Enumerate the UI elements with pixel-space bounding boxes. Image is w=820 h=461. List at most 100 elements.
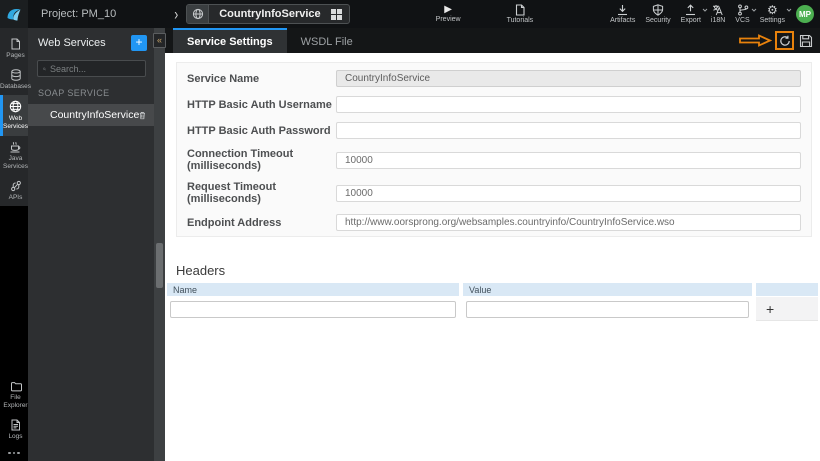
- download-icon: [618, 5, 628, 16]
- tab-service-settings[interactable]: Service Settings: [173, 28, 287, 53]
- service-list-item-countryinfoservice[interactable]: CountryInfoService: [28, 104, 154, 126]
- collapse-panel-button[interactable]: «: [153, 33, 166, 48]
- refresh-icon: [779, 35, 790, 46]
- service-item-label: CountryInfoService: [50, 109, 140, 121]
- rail-label: Web Services: [3, 115, 28, 131]
- ellipsis-icon: [8, 451, 11, 454]
- rail-label: APIs: [8, 193, 23, 201]
- field-label-service-name: Service Name: [187, 72, 260, 85]
- settings-button[interactable]: ⚙ Settings: [755, 0, 792, 28]
- connection-timeout-input[interactable]: [336, 151, 801, 169]
- field-label-auth-password: HTTP Basic Auth Password: [187, 124, 331, 137]
- web-services-panel: Web Services + SOAP SERVICE CountryInfoS…: [28, 28, 154, 461]
- left-icon-rail: Pages Databases Web Services Java Servic…: [0, 28, 32, 461]
- headers-table-row: +: [167, 297, 818, 321]
- rail-item-databases[interactable]: Databases: [0, 64, 32, 95]
- panel-title: Web Services: [38, 37, 106, 49]
- log-icon: [11, 419, 20, 431]
- grid-icon[interactable]: [330, 8, 342, 20]
- trash-icon[interactable]: [139, 110, 146, 121]
- export-label: Export: [680, 17, 701, 24]
- document-icon: [515, 4, 525, 16]
- header-name-input[interactable]: [170, 300, 456, 318]
- shield-icon: [652, 4, 664, 16]
- preview-button[interactable]: ▶ Preview: [436, 0, 461, 28]
- security-label: Security: [645, 17, 671, 24]
- service-settings-content: Service Name HTTP Basic Auth Username HT…: [165, 53, 820, 461]
- more-options-button[interactable]: [0, 446, 28, 461]
- service-pill-name: CountryInfoService: [219, 8, 321, 20]
- globe-icon: [187, 5, 210, 23]
- rail-label: Databases: [0, 83, 32, 91]
- vcs-button[interactable]: VCS: [730, 0, 757, 28]
- rail-item-file-explorer[interactable]: File Explorer: [0, 376, 28, 414]
- wavemaker-logo-icon: [7, 8, 21, 21]
- api-icon: [10, 180, 21, 191]
- request-timeout-input[interactable]: [336, 184, 801, 202]
- annotation-arrow-icon: [739, 34, 772, 47]
- database-icon: [10, 69, 21, 81]
- tutorials-button[interactable]: Tutorials: [506, 0, 534, 28]
- search-input[interactable]: [50, 63, 140, 74]
- i18n-button[interactable]: i18N: [706, 0, 730, 28]
- auth-username-input[interactable]: [336, 96, 801, 113]
- service-name-input: [336, 70, 801, 87]
- user-avatar[interactable]: MP: [796, 5, 814, 23]
- rail-label: Java Services: [3, 154, 28, 170]
- app-logo[interactable]: [0, 0, 28, 28]
- service-selector[interactable]: CountryInfoService: [186, 4, 350, 24]
- soap-service-section-label: SOAP SERVICE: [38, 88, 110, 98]
- branch-icon: [737, 4, 748, 16]
- rail-label: Pages: [6, 52, 25, 59]
- upload-icon: [686, 4, 696, 16]
- headers-column-name: Name: [167, 283, 459, 296]
- field-label-connection-timeout: Connection Timeout (milliseconds): [187, 148, 294, 172]
- gear-icon: ⚙: [766, 3, 778, 17]
- security-button[interactable]: Security: [640, 0, 675, 28]
- topbar-actions: Artifacts Security Export i18N VCS ⚙ Set…: [605, 0, 820, 28]
- headers-column-actions: [756, 283, 818, 296]
- field-label-auth-username: HTTP Basic Auth Username: [187, 98, 332, 111]
- rail-item-apis[interactable]: APIs: [0, 175, 28, 206]
- headers-section-title: Headers: [176, 263, 226, 278]
- save-button[interactable]: [797, 32, 814, 49]
- header-value-input[interactable]: [466, 300, 749, 318]
- play-icon: ▶: [444, 4, 452, 15]
- globe-icon: [9, 101, 22, 113]
- rail-item-java-services[interactable]: Java Services: [0, 136, 28, 175]
- headers-table: Name Value +: [167, 283, 818, 321]
- i18n-label: i18N: [710, 17, 726, 24]
- artifacts-button[interactable]: Artifacts: [605, 0, 640, 28]
- rail-item-logs[interactable]: Logs: [0, 414, 28, 445]
- auth-password-input[interactable]: [336, 122, 801, 139]
- tutorials-label: Tutorials: [506, 17, 534, 24]
- tab-wsdl-file[interactable]: WSDL File: [287, 28, 367, 53]
- coffee-icon: [10, 141, 21, 152]
- panel-scrollbar-thumb[interactable]: [156, 243, 163, 288]
- rail-item-pages[interactable]: Pages: [0, 33, 28, 64]
- refresh-service-button[interactable]: [775, 31, 794, 50]
- main-area: Service Settings WSDL File Service Name …: [165, 28, 820, 461]
- page-icon: [11, 38, 20, 50]
- save-icon: [799, 34, 812, 47]
- add-header-button[interactable]: +: [766, 302, 774, 316]
- service-settings-form: Service Name HTTP Basic Auth Username HT…: [176, 62, 812, 237]
- rail-label: File Explorer: [3, 394, 28, 410]
- endpoint-address-input[interactable]: [336, 214, 801, 231]
- export-button[interactable]: Export: [676, 0, 708, 28]
- rail-label: Logs: [8, 433, 23, 441]
- settings-label: Settings: [759, 17, 785, 24]
- field-label-endpoint-address: Endpoint Address: [187, 216, 282, 229]
- breadcrumb-chevron-icon: ›: [174, 4, 179, 24]
- rail-item-web-services[interactable]: Web Services: [0, 95, 28, 136]
- search-box[interactable]: [37, 60, 146, 77]
- chevron-down-icon: [786, 8, 792, 12]
- panel-resize-strip: «: [153, 28, 166, 461]
- project-label: Project: PM_10: [41, 8, 117, 20]
- folder-icon: [10, 382, 22, 392]
- top-bar: Project: PM_10 › CountryInfoService ▶ Pr…: [0, 0, 820, 28]
- translate-icon: [712, 5, 723, 16]
- add-service-button[interactable]: +: [131, 35, 147, 51]
- headers-column-value: Value: [463, 283, 752, 296]
- field-label-request-timeout: Request Timeout (milliseconds): [187, 181, 277, 205]
